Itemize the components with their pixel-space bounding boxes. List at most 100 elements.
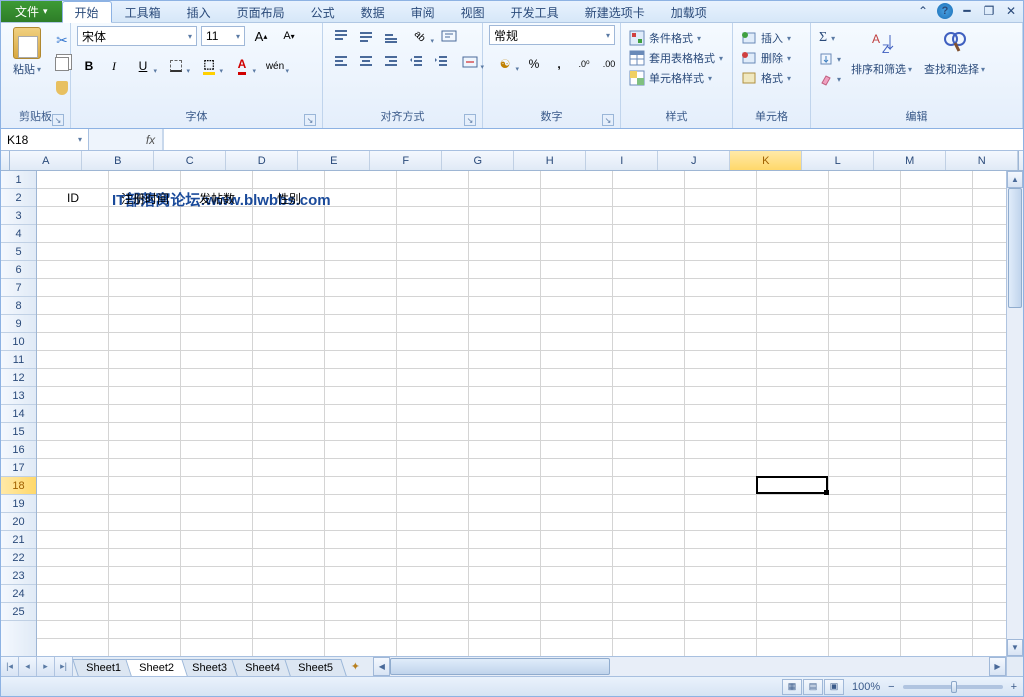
phonetic-button[interactable]: wén▾ [259,55,291,77]
number-format-select[interactable]: 常规▾ [489,25,615,45]
menu-tab-2[interactable]: 插入 [174,1,224,22]
menu-tab-10[interactable]: 加载项 [658,1,720,22]
zoom-slider[interactable] [903,685,1003,689]
zoom-in-button[interactable]: + [1011,681,1017,693]
scroll-thumb[interactable] [1008,188,1022,308]
col-header-M[interactable]: M [874,151,946,170]
row-header-8[interactable]: 8 [1,297,36,315]
row-header-15[interactable]: 15 [1,423,36,441]
window-minimize-icon[interactable]: ━ [959,3,975,19]
orientation-button[interactable]: ab▾ [404,25,436,47]
row-header-25[interactable]: 25 [1,603,36,621]
comma-button[interactable]: , [547,53,571,75]
border-button[interactable]: ▾ [160,55,192,77]
formula-input[interactable] [163,129,1023,150]
align-launcher[interactable]: ↘ [464,114,476,126]
wrap-text-button[interactable] [437,25,461,47]
delete-cells-button[interactable]: 删除▾ [739,49,793,67]
col-header-G[interactable]: G [442,151,514,170]
decrease-decimal-button[interactable]: .00 [597,53,621,75]
font-size-select[interactable]: 11▾ [201,26,245,46]
col-header-A[interactable]: A [10,151,82,170]
last-sheet-button[interactable]: ▸| [55,657,73,676]
align-left-button[interactable] [329,51,353,73]
row-header-3[interactable]: 3 [1,207,36,225]
col-header-L[interactable]: L [802,151,874,170]
font-launcher[interactable]: ↘ [304,114,316,126]
number-launcher[interactable]: ↘ [602,114,614,126]
page-break-view-button[interactable]: ▣ [824,679,844,695]
col-header-K[interactable]: K [730,151,802,170]
sheet-tab-Sheet5[interactable]: Sheet5 [284,659,346,676]
zoom-level[interactable]: 100% [852,681,880,693]
scroll-right-button[interactable]: ▶ [989,657,1006,676]
fill-button[interactable]: ▾ [817,51,843,67]
row-header-17[interactable]: 17 [1,459,36,477]
cell-grid[interactable]: IT部落窝论坛:www.blwbbs.com ID注册时间发帖数性别 [37,171,1006,656]
percent-button[interactable]: % [522,53,546,75]
conditional-format-button[interactable]: 条件格式▾ [627,29,703,47]
horizontal-scrollbar[interactable]: ◀ ▶ [373,657,1006,676]
font-name-select[interactable]: 宋体▾ [77,26,197,46]
menu-tab-5[interactable]: 数据 [348,1,398,22]
row-header-24[interactable]: 24 [1,585,36,603]
insert-cells-button[interactable]: 插入▾ [739,29,793,47]
find-select-button[interactable]: 查找和选择▾ [920,25,989,79]
help-icon[interactable]: ? [937,3,953,19]
row-header-11[interactable]: 11 [1,351,36,369]
decrease-indent-button[interactable] [404,51,428,73]
align-center-button[interactable] [354,51,378,73]
row-header-1[interactable]: 1 [1,171,36,189]
row-header-22[interactable]: 22 [1,549,36,567]
align-top-button[interactable] [329,25,353,47]
col-header-I[interactable]: I [586,151,658,170]
row-header-9[interactable]: 9 [1,315,36,333]
menu-tab-3[interactable]: 页面布局 [224,1,298,22]
fill-color-button[interactable]: ⬚▾ [193,55,225,77]
sort-filter-button[interactable]: AZ 排序和筛选▾ [847,25,916,79]
increase-font-button[interactable]: A▴ [249,25,273,47]
format-cells-button[interactable]: 格式▾ [739,69,793,87]
normal-view-button[interactable]: ▦ [782,679,802,695]
menu-tab-7[interactable]: 视图 [448,1,498,22]
row-header-16[interactable]: 16 [1,441,36,459]
menu-tab-6[interactable]: 审阅 [398,1,448,22]
select-all-corner[interactable] [1,151,10,170]
minimize-ribbon-icon[interactable]: ⌃ [915,3,931,19]
col-header-F[interactable]: F [370,151,442,170]
menu-tab-9[interactable]: 新建选项卡 [572,1,658,22]
col-header-N[interactable]: N [946,151,1018,170]
new-sheet-button[interactable]: ✦ [345,657,365,676]
col-header-B[interactable]: B [82,151,154,170]
currency-button[interactable]: ☯▾ [489,53,521,75]
format-painter-button[interactable] [51,77,73,99]
window-restore-icon[interactable]: ❐ [981,3,997,19]
row-header-12[interactable]: 12 [1,369,36,387]
align-middle-button[interactable] [354,25,378,47]
first-sheet-button[interactable]: |◂ [1,657,19,676]
col-header-C[interactable]: C [154,151,226,170]
window-close-icon[interactable]: ✕ [1003,3,1019,19]
font-color-button[interactable]: A▾ [226,55,258,77]
sheet-tab-Sheet4[interactable]: Sheet4 [231,659,293,676]
row-header-6[interactable]: 6 [1,261,36,279]
bold-button[interactable]: B [77,55,101,77]
menu-tab-8[interactable]: 开发工具 [498,1,572,22]
col-header-H[interactable]: H [514,151,586,170]
vertical-scrollbar[interactable]: ▲ ▼ [1006,171,1023,656]
increase-decimal-button[interactable]: .0⁰ [572,53,596,75]
align-right-button[interactable] [379,51,403,73]
decrease-font-button[interactable]: A▾ [277,25,301,47]
cut-button[interactable]: ✂ [51,29,73,51]
page-layout-view-button[interactable]: ▤ [803,679,823,695]
italic-button[interactable]: I [102,55,126,77]
row-header-19[interactable]: 19 [1,495,36,513]
row-header-18[interactable]: 18 [1,477,36,495]
underline-button[interactable]: U▾ [127,55,159,77]
next-sheet-button[interactable]: ▸ [37,657,55,676]
scroll-up-button[interactable]: ▲ [1007,171,1023,188]
row-header-2[interactable]: 2 [1,189,36,207]
hscroll-thumb[interactable] [390,658,610,675]
row-header-13[interactable]: 13 [1,387,36,405]
autosum-button[interactable]: Σ▾ [817,29,843,47]
